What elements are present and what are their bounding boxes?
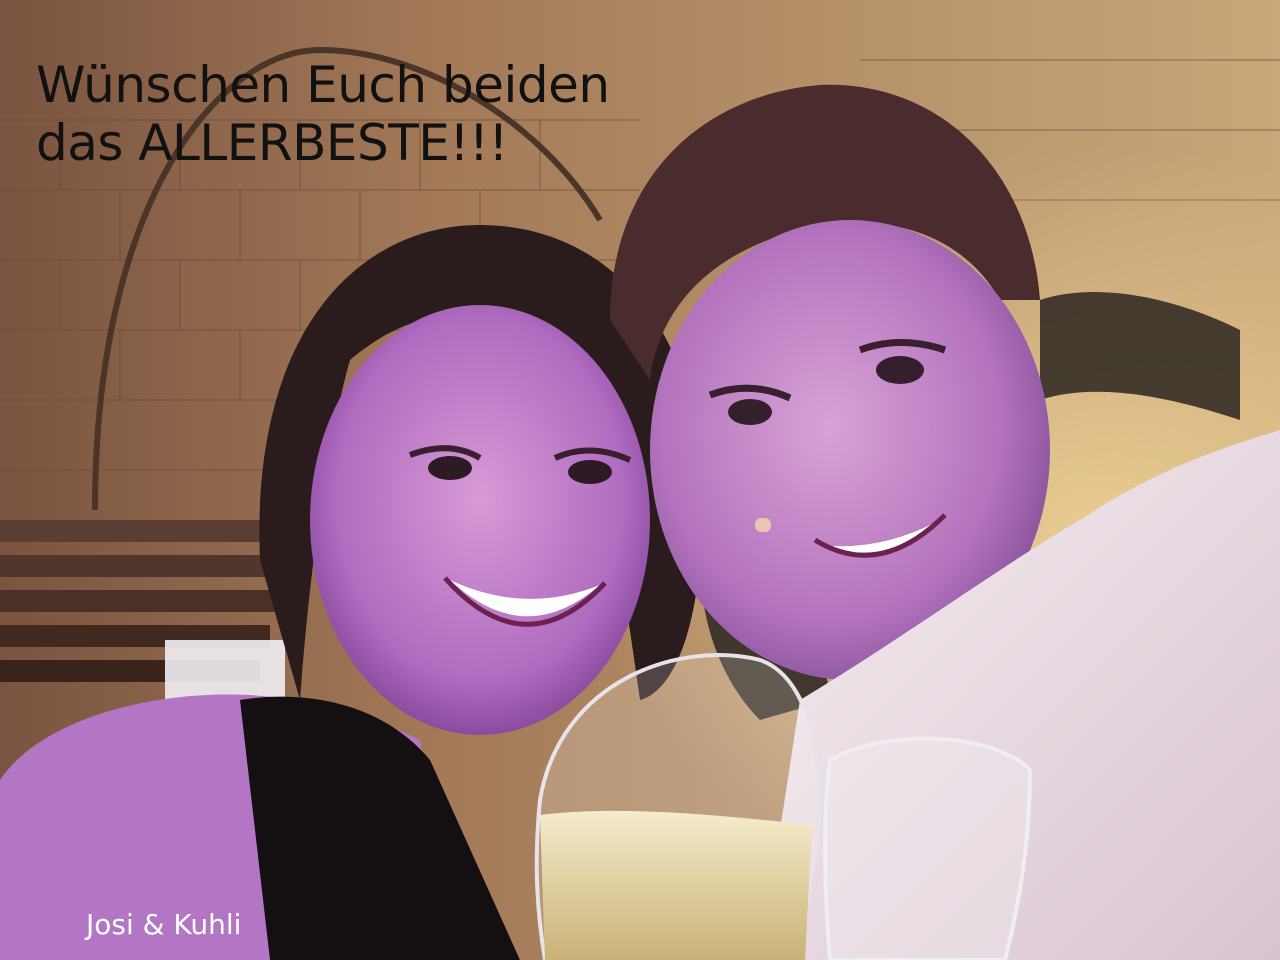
- greeting-line-1: Wünschen Euch beiden: [36, 56, 610, 114]
- selfie-photo: Wünschen Euch beiden das ALLERBESTE!!! J…: [0, 0, 1280, 960]
- greeting-line-2: das ALLERBESTE!!!: [36, 114, 508, 172]
- signature-text: Josi & Kuhli: [86, 908, 242, 941]
- woman-face: [310, 305, 650, 735]
- wine-glass-right: [823, 736, 1033, 960]
- greeting-caption: Wünschen Euch beiden das ALLERBESTE!!!: [36, 56, 736, 172]
